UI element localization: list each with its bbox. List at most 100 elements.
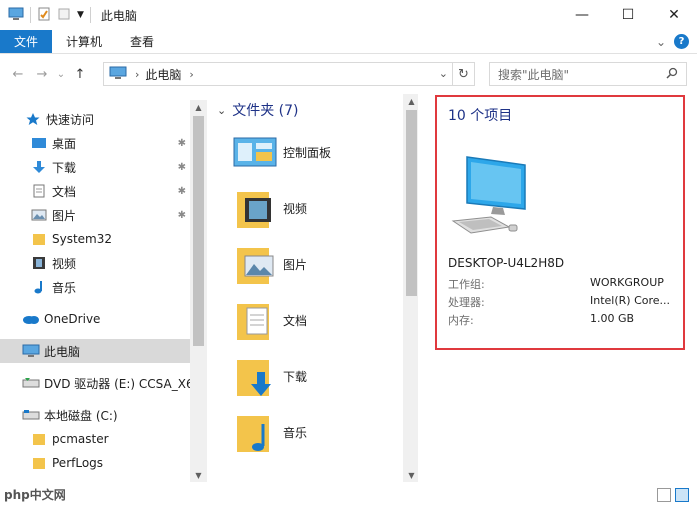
- music-icon: [30, 278, 48, 296]
- nav-item-label: 图片: [52, 208, 77, 223]
- pin-icon[interactable]: ✱: [178, 162, 186, 173]
- nav-item-label: 音乐: [52, 280, 77, 295]
- details-view-button[interactable]: [657, 488, 671, 502]
- maximize-button[interactable]: ☐: [605, 0, 651, 30]
- pin-icon[interactable]: ✱: [178, 186, 186, 197]
- scroll-down-icon[interactable]: ▼: [403, 468, 418, 482]
- nav-item-downloads[interactable]: 下载 ✱: [0, 155, 190, 179]
- quick-access-toolbar: ▼: [0, 7, 91, 24]
- nav-item-onedrive[interactable]: OneDrive: [0, 307, 190, 331]
- downloads-folder-icon: [231, 352, 279, 400]
- nav-item-local-disk-c[interactable]: 本地磁盘 (C:): [0, 403, 190, 427]
- recent-locations-button[interactable]: ⌄: [54, 62, 68, 86]
- prop-label-processor: 处理器:: [448, 296, 485, 309]
- nav-scrollbar[interactable]: ▲ ▼: [190, 100, 207, 482]
- scroll-up-icon[interactable]: ▲: [190, 100, 207, 114]
- nav-item-label: 此电脑: [44, 344, 81, 359]
- tab-computer[interactable]: 计算机: [52, 30, 116, 53]
- nav-item-perflogs[interactable]: PerfLogs: [0, 451, 190, 475]
- large-icons-view-button[interactable]: [675, 488, 689, 502]
- folder-label: 音乐: [283, 425, 308, 440]
- folder-icon: [30, 454, 48, 472]
- folders-group-header[interactable]: ⌄ 文件夹 (7): [217, 100, 299, 120]
- nav-item-quick-access[interactable]: 快速访问: [0, 107, 190, 131]
- toolbar-divider: [89, 7, 91, 23]
- video-icon: [30, 254, 48, 272]
- nav-item-dvd-drive[interactable]: DVD 驱动器 (E:) CCSA_X64: [0, 371, 201, 395]
- folder-item-control-panel[interactable]: 控制面板: [231, 126, 401, 178]
- search-placeholder: 搜索"此电脑": [498, 67, 570, 82]
- ribbon-help-area: ⌄ ?: [656, 34, 689, 49]
- collapse-chevron-icon[interactable]: ⌄: [217, 104, 226, 117]
- nav-item-this-pc[interactable]: 此电脑: [0, 339, 190, 363]
- ribbon-tabs: 文件 计算机 查看 ⌄ ?: [0, 30, 697, 54]
- new-folder-icon[interactable]: [57, 7, 71, 24]
- address-dropdown-icon[interactable]: ⌄: [439, 67, 448, 80]
- folder-item-videos[interactable]: 视频: [231, 182, 401, 234]
- close-button[interactable]: ✕: [651, 0, 697, 30]
- computer-icon: [109, 66, 127, 83]
- nav-scroll-thumb[interactable]: [193, 116, 204, 346]
- prop-label-workgroup: 工作组:: [448, 278, 485, 291]
- pictures-folder-icon: [231, 240, 279, 288]
- address-bar[interactable]: › 此电脑 › ⌄ ↻: [103, 62, 475, 86]
- minimize-button[interactable]: —: [559, 0, 605, 30]
- customize-dropdown-icon[interactable]: ▼: [77, 10, 84, 20]
- control-panel-icon: [231, 128, 279, 176]
- nav-item-label: System32: [52, 232, 113, 246]
- expand-ribbon-icon[interactable]: ⌄: [656, 35, 666, 49]
- navigation-pane[interactable]: 快速访问 桌面 ✱ 下载 ✱ 文档 ✱ 图片 ✱ System32 视频 音乐 …: [0, 100, 207, 482]
- window-title: 此电脑: [100, 8, 137, 23]
- crumb-chevron-icon[interactable]: ›: [189, 68, 193, 81]
- folder-item-pictures[interactable]: 图片: [231, 238, 401, 290]
- folders-scrollbar[interactable]: ▲ ▼: [403, 94, 418, 482]
- pin-icon[interactable]: ✱: [178, 210, 186, 221]
- folders-pane[interactable]: ⌄ 文件夹 (7) 控制面板 视频 图片 文档 下载 音乐 ▲ ▼: [213, 94, 418, 482]
- folder-item-music[interactable]: 音乐: [231, 406, 401, 458]
- folder-item-documents[interactable]: 文档: [231, 294, 401, 346]
- title-bar: ▼ 此电脑 — ☐ ✕: [0, 0, 697, 30]
- back-button[interactable]: ←: [6, 62, 30, 86]
- nav-item-label: OneDrive: [44, 312, 101, 326]
- scroll-down-icon[interactable]: ▼: [190, 468, 207, 482]
- nav-item-music[interactable]: 音乐: [0, 275, 190, 299]
- help-icon[interactable]: ?: [674, 34, 689, 49]
- computer-icon: [8, 7, 24, 24]
- nav-item-label: 文档: [52, 184, 77, 199]
- item-count: 10 个项目: [448, 108, 513, 124]
- nav-item-desktop[interactable]: 桌面 ✱: [0, 131, 190, 155]
- folders-scroll-thumb[interactable]: [406, 110, 417, 296]
- folder-item-downloads[interactable]: 下载: [231, 350, 401, 402]
- breadcrumb-this-pc[interactable]: 此电脑: [145, 66, 181, 83]
- nav-item-pictures[interactable]: 图片 ✱: [0, 203, 190, 227]
- music-folder-icon: [231, 408, 279, 456]
- nav-item-documents[interactable]: 文档 ✱: [0, 179, 190, 203]
- up-button[interactable]: ↑: [68, 62, 92, 86]
- refresh-button[interactable]: ↻: [452, 63, 474, 85]
- view-switcher: [657, 488, 689, 502]
- desktop-icon: [30, 134, 48, 152]
- window-controls: — ☐ ✕: [559, 0, 697, 30]
- search-input[interactable]: 搜索"此电脑": [489, 62, 687, 86]
- nav-item-label: 视频: [52, 256, 77, 271]
- nav-item-pcmaster[interactable]: pcmaster: [0, 427, 190, 451]
- nav-item-label: pcmaster: [52, 432, 109, 446]
- folder-label: 控制面板: [283, 145, 332, 160]
- tab-view[interactable]: 查看: [116, 30, 168, 53]
- nav-item-label: 下载: [52, 160, 77, 175]
- tab-file[interactable]: 文件: [0, 30, 53, 53]
- prop-label-memory: 内存:: [448, 314, 474, 327]
- properties-icon[interactable]: [37, 7, 51, 24]
- search-icon[interactable]: [666, 67, 678, 82]
- pin-icon[interactable]: ✱: [178, 138, 186, 149]
- scroll-up-icon[interactable]: ▲: [403, 94, 418, 108]
- nav-item-system32[interactable]: System32: [0, 227, 190, 251]
- forward-button[interactable]: →: [30, 62, 54, 86]
- nav-item-videos[interactable]: 视频: [0, 251, 190, 275]
- crumb-chevron-icon[interactable]: ›: [135, 68, 139, 81]
- address-row: ← → ⌄ ↑ › 此电脑 › ⌄ ↻ 搜索"此电脑": [0, 60, 697, 88]
- documents-folder-icon: [231, 296, 279, 344]
- group-title: 文件夹 (7): [232, 103, 299, 119]
- prop-value-processor: Intel(R) Core...: [590, 294, 671, 307]
- folder-icon: [30, 230, 48, 248]
